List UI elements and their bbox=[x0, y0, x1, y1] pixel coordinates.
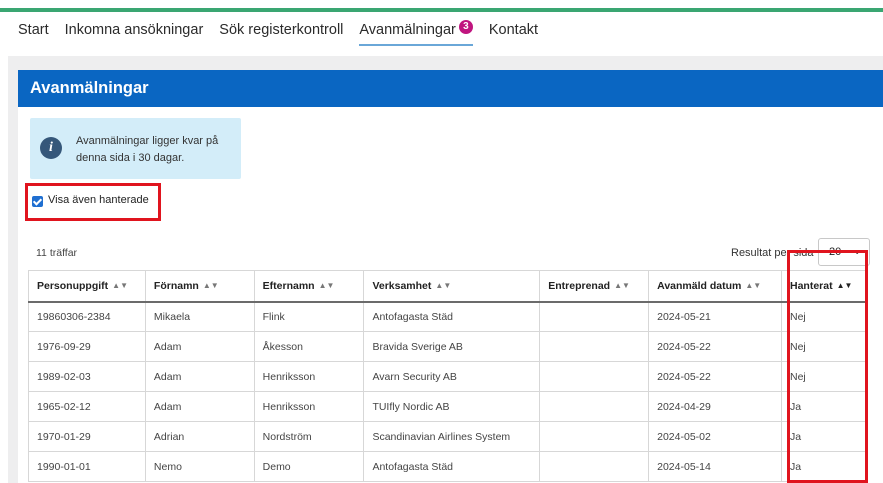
show-handled-label[interactable]: Visa även hanterade bbox=[48, 194, 149, 206]
cell-verksamhet: TUIfly Nordic AB bbox=[363, 391, 541, 422]
cell-personuppgift: 1965-02-12 bbox=[28, 391, 146, 422]
cell-entreprenad bbox=[539, 331, 650, 362]
cell-fornamn: Nemo bbox=[144, 451, 255, 482]
cell-entreprenad bbox=[539, 361, 650, 392]
cell-personuppgift: 1976-09-29 bbox=[28, 331, 146, 362]
column-header-entreprenad[interactable]: Entreprenad ▲▼ bbox=[539, 270, 650, 303]
column-label: Förnamn bbox=[153, 279, 199, 292]
cell-fornamn: Adam bbox=[144, 331, 255, 362]
sort-icon: ▲▼ bbox=[318, 281, 335, 291]
cell-fornamn: Adrian bbox=[144, 421, 255, 452]
table-row[interactable]: 1970-01-29 Adrian Nordström Scandinavian… bbox=[28, 421, 868, 452]
cell-personuppgift: 1990-01-01 bbox=[28, 451, 146, 482]
cell-verksamhet: Antofagasta Städ bbox=[363, 301, 541, 332]
table-row[interactable]: 1965-02-12 Adam Henriksson TUIfly Nordic… bbox=[28, 391, 868, 422]
notification-badge: 3 bbox=[458, 20, 473, 34]
cell-entreprenad bbox=[539, 421, 650, 452]
cell-personuppgift: 19860306-2384 bbox=[28, 301, 146, 332]
cell-entreprenad bbox=[539, 301, 650, 332]
cell-avanmald-datum: 2024-05-22 bbox=[648, 331, 782, 362]
cell-personuppgift: 1970-01-29 bbox=[28, 421, 146, 452]
table-row[interactable]: 19860306-2384 Mikaela Flink Antofagasta … bbox=[28, 301, 868, 332]
info-icon: i bbox=[40, 137, 62, 159]
column-header-efternamn[interactable]: Efternamn ▲▼ bbox=[253, 270, 365, 303]
highlight-frame-hanterat bbox=[787, 250, 868, 483]
cell-avanmald-datum: 2024-05-02 bbox=[648, 421, 782, 452]
cell-verksamhet: Antofagasta Städ bbox=[363, 451, 541, 482]
main-nav: Start Inkomna ansökningar Sök registerko… bbox=[18, 20, 554, 52]
avanmalningar-panel: Avanmälningar i Avanmälningar ligger kva… bbox=[18, 70, 883, 483]
table-row[interactable]: 1990-01-01 Nemo Demo Antofagasta Städ 20… bbox=[28, 451, 868, 482]
nav-avanmalningar[interactable]: Avanmälningar 3 bbox=[359, 20, 473, 46]
nav-avanmalningar-label: Avanmälningar bbox=[359, 22, 456, 38]
sort-icon: ▲▼ bbox=[745, 281, 762, 291]
nav-inkomna-ansokningar[interactable]: Inkomna ansökningar bbox=[65, 22, 204, 44]
info-box: i Avanmälningar ligger kvar på denna sid… bbox=[30, 118, 241, 179]
table-header-row: Personuppgift ▲▼ Förnamn ▲▼ Efternamn ▲▼ Ve… bbox=[28, 270, 868, 303]
column-header-avanmald-datum[interactable]: Avanmäld datum ▲▼ bbox=[648, 270, 782, 303]
cell-avanmald-datum: 2024-05-14 bbox=[648, 451, 782, 482]
column-label: Entreprenad bbox=[548, 279, 611, 292]
sort-icon: ▲▼ bbox=[614, 281, 630, 291]
nav-kontakt[interactable]: Kontakt bbox=[489, 22, 538, 44]
cell-efternamn: Åkesson bbox=[253, 331, 365, 362]
cell-fornamn: Adam bbox=[144, 391, 255, 422]
table-row[interactable]: 1989-02-03 Adam Henriksson Avarn Securit… bbox=[28, 361, 868, 392]
cell-efternamn: Henriksson bbox=[253, 391, 365, 422]
column-header-fornamn[interactable]: Förnamn ▲▼ bbox=[144, 270, 255, 303]
column-label: Efternamn bbox=[262, 279, 315, 292]
column-header-verksamhet[interactable]: Verksamhet ▲▼ bbox=[363, 270, 541, 303]
cell-verksamhet: Scandinavian Airlines System bbox=[363, 421, 541, 452]
show-handled-checkbox[interactable] bbox=[32, 196, 43, 207]
column-label: Verksamhet bbox=[372, 279, 432, 292]
nav-start[interactable]: Start bbox=[18, 22, 49, 44]
sort-icon: ▲▼ bbox=[202, 281, 219, 291]
column-label: Personuppgift bbox=[37, 279, 109, 292]
top-accent-strip bbox=[0, 8, 883, 12]
cell-avanmald-datum: 2024-05-22 bbox=[648, 361, 782, 392]
panel-title: Avanmälningar bbox=[30, 79, 149, 97]
info-text: Avanmälningar ligger kvar på denna sida … bbox=[76, 135, 219, 164]
nav-sok-registerkontroll[interactable]: Sök registerkontroll bbox=[219, 22, 343, 44]
results-table: Personuppgift ▲▼ Förnamn ▲▼ Efternamn ▲▼ Ve… bbox=[28, 270, 868, 482]
cell-efternamn: Nordström bbox=[253, 421, 365, 452]
cell-verksamhet: Avarn Security AB bbox=[363, 361, 541, 392]
cell-fornamn: Adam bbox=[144, 361, 255, 392]
cell-fornamn: Mikaela bbox=[144, 301, 255, 332]
cell-efternamn: Demo bbox=[253, 451, 365, 482]
cell-personuppgift: 1989-02-03 bbox=[28, 361, 146, 392]
cell-avanmald-datum: 2024-05-21 bbox=[648, 301, 782, 332]
sort-icon: ▲▼ bbox=[112, 281, 129, 291]
cell-entreprenad bbox=[539, 451, 650, 482]
hit-count: 11 träffar bbox=[36, 247, 78, 259]
cell-efternamn: Henriksson bbox=[253, 361, 365, 392]
column-header-personuppgift[interactable]: Personuppgift ▲▼ bbox=[28, 270, 146, 303]
sort-icon: ▲▼ bbox=[435, 281, 452, 291]
column-label: Avanmäld datum bbox=[657, 279, 742, 292]
cell-avanmald-datum: 2024-04-29 bbox=[648, 391, 782, 422]
cell-verksamhet: Bravida Sverige AB bbox=[363, 331, 541, 362]
cell-efternamn: Flink bbox=[253, 301, 365, 332]
panel-header: Avanmälningar bbox=[18, 70, 883, 107]
cell-entreprenad bbox=[539, 391, 650, 422]
table-row[interactable]: 1976-09-29 Adam Åkesson Bravida Sverige … bbox=[28, 331, 868, 362]
